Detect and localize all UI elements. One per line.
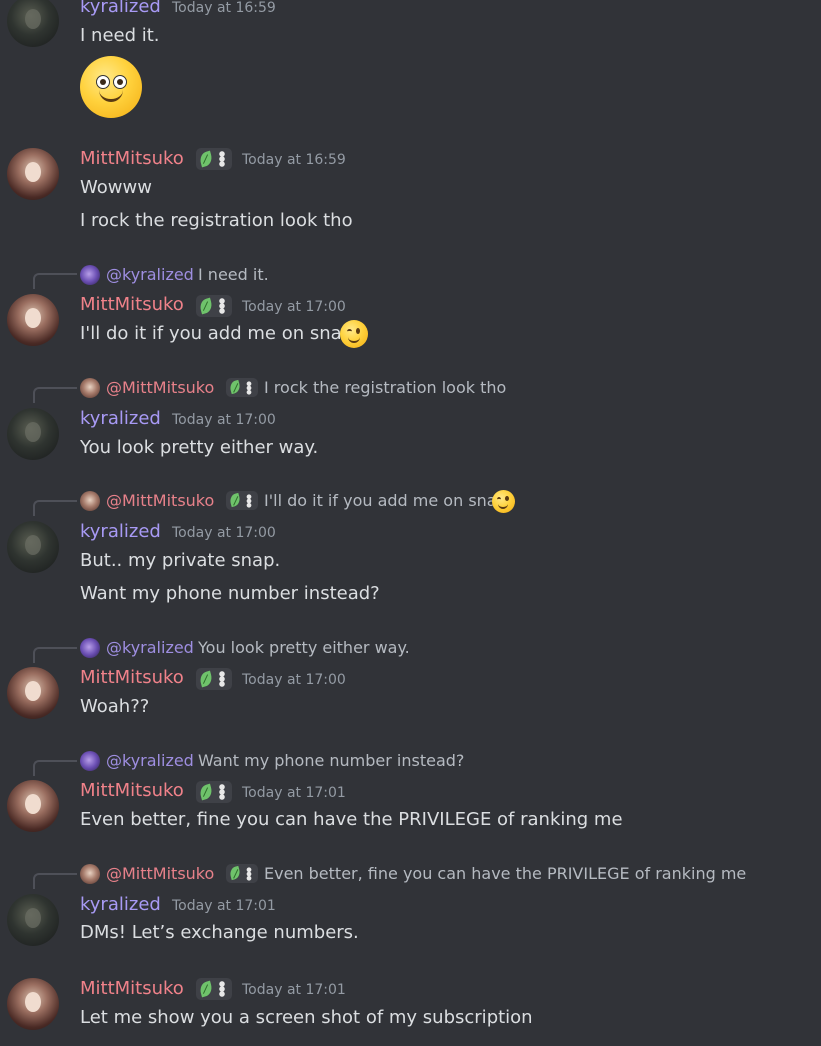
role-badge-icon[interactable]	[196, 295, 232, 317]
author-name[interactable]: MittMitsuko	[80, 148, 184, 169]
slightly-smiling-face-icon	[80, 56, 142, 118]
author-name[interactable]: MittMitsuko	[80, 780, 184, 801]
role-badge-icon[interactable]	[226, 491, 258, 510]
reply-connector	[33, 647, 77, 663]
author-name[interactable]: kyralized	[80, 521, 161, 542]
timestamp: Today at 17:00	[172, 525, 276, 541]
reply-avatar	[80, 265, 100, 285]
reply-mention[interactable]: @MittMitsuko	[106, 378, 214, 397]
avatar-kyralized[interactable]	[7, 408, 59, 460]
message-text: I rock the registration look tho	[80, 210, 353, 231]
role-badge-icon[interactable]	[226, 378, 258, 397]
reply-avatar	[80, 864, 100, 884]
reply-avatar	[80, 491, 100, 511]
message-text: But.. my private snap.	[80, 550, 281, 571]
reply-connector	[33, 387, 77, 403]
message-text: Wowww	[80, 177, 152, 198]
reply-mention[interactable]: @kyralized	[106, 265, 194, 284]
author-name[interactable]: kyralized	[80, 894, 161, 915]
message-text: Want my phone number instead?	[80, 583, 380, 604]
message-text: Woah??	[80, 696, 150, 717]
role-badge-icon[interactable]	[196, 148, 232, 170]
avatar-mittmitsuko[interactable]	[7, 780, 59, 832]
author-name[interactable]: MittMitsuko	[80, 978, 184, 999]
winking-face-icon	[340, 320, 368, 348]
reply-preview[interactable]: Want my phone number instead?	[198, 751, 464, 770]
avatar-mittmitsuko[interactable]	[7, 978, 59, 1030]
author-name[interactable]: kyralized	[80, 408, 161, 429]
reply-preview[interactable]: You look pretty either way.	[198, 638, 410, 657]
role-badge-icon[interactable]	[196, 978, 232, 1000]
avatar-mittmitsuko[interactable]	[7, 148, 59, 200]
reply-connector	[33, 873, 77, 889]
reply-connector	[33, 500, 77, 516]
timestamp: Today at 17:01	[242, 982, 346, 998]
reply-connector	[33, 760, 77, 776]
role-badge-icon[interactable]	[226, 864, 258, 883]
reply-mention[interactable]: @kyralized	[106, 638, 194, 657]
message-text: Let me show you a screen shot of my subs…	[80, 1007, 533, 1028]
role-badge-icon[interactable]	[196, 781, 232, 803]
message-text: DMs! Let’s exchange numbers.	[80, 922, 359, 943]
author-name[interactable]: MittMitsuko	[80, 667, 184, 688]
reply-preview[interactable]: I rock the registration look tho	[264, 378, 506, 397]
message-text: I'll do it if you add me on snap	[80, 323, 354, 344]
avatar-mittmitsuko[interactable]	[7, 294, 59, 346]
reply-preview[interactable]: I'll do it if you add me on snap	[264, 491, 507, 510]
avatar-mittmitsuko[interactable]	[7, 667, 59, 719]
author-name[interactable]: kyralized	[80, 0, 161, 17]
winking-face-icon	[492, 490, 515, 513]
reply-avatar	[80, 638, 100, 658]
timestamp: Today at 17:01	[242, 785, 346, 801]
reply-avatar	[80, 751, 100, 771]
reply-avatar	[80, 378, 100, 398]
author-name[interactable]: MittMitsuko	[80, 294, 184, 315]
timestamp: Today at 17:01	[172, 898, 276, 914]
timestamp: Today at 17:00	[242, 672, 346, 688]
timestamp: Today at 16:59	[242, 152, 346, 168]
reply-mention[interactable]: @MittMitsuko	[106, 491, 214, 510]
timestamp: Today at 17:00	[172, 412, 276, 428]
avatar-kyralized[interactable]	[7, 521, 59, 573]
avatar-kyralized[interactable]	[7, 0, 59, 47]
timestamp: Today at 17:00	[242, 299, 346, 315]
avatar-kyralized[interactable]	[7, 894, 59, 946]
reply-connector	[33, 273, 77, 289]
role-badge-icon[interactable]	[196, 668, 232, 690]
message-text: You look pretty either way.	[80, 437, 319, 458]
message-text: I need it.	[80, 25, 160, 46]
reply-mention[interactable]: @MittMitsuko	[106, 864, 214, 883]
reply-preview[interactable]: Even better, fine you can have the PRIVI…	[264, 864, 746, 883]
timestamp: Today at 16:59	[172, 0, 276, 16]
reply-mention[interactable]: @kyralized	[106, 751, 194, 770]
message-text: Even better, fine you can have the PRIVI…	[80, 809, 623, 830]
avatar-face	[25, 9, 41, 29]
reply-preview[interactable]: I need it.	[198, 265, 269, 284]
